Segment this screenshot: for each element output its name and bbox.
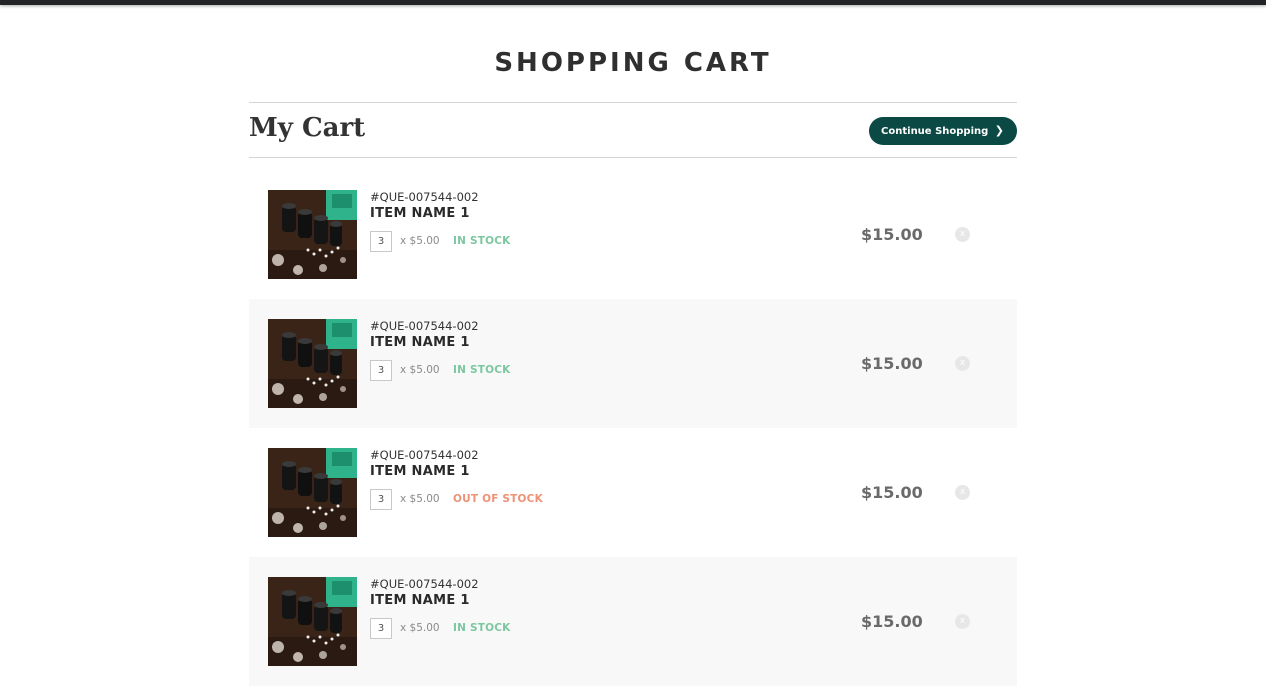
item-sku: #QUE-007544-002 (370, 319, 479, 333)
cart-item: #QUE-007544-002 ITEM NAME 1 x $5.00 IN S… (249, 557, 1017, 686)
item-name[interactable]: ITEM NAME 1 (370, 593, 470, 608)
stock-status: IN STOCK (453, 235, 511, 247)
product-thumbnail[interactable] (268, 190, 357, 279)
product-thumbnail[interactable] (268, 448, 357, 537)
item-sku: #QUE-007544-002 (370, 190, 479, 204)
item-name[interactable]: ITEM NAME 1 (370, 335, 470, 350)
unit-price: x $5.00 (400, 493, 440, 505)
line-total: $15.00 (861, 483, 923, 502)
stock-status: IN STOCK (453, 364, 511, 376)
product-thumbnail[interactable] (268, 319, 357, 408)
remove-item-button[interactable]: x (955, 485, 970, 500)
line-total: $15.00 (861, 225, 923, 244)
stock-status: OUT OF STOCK (453, 493, 543, 505)
cart-items-list: #QUE-007544-002 ITEM NAME 1 x $5.00 IN S… (249, 170, 1017, 686)
continue-shopping-button[interactable]: Continue Shopping ❯ (869, 117, 1017, 145)
line-total: $15.00 (861, 354, 923, 373)
cart-item: #QUE-007544-002 ITEM NAME 1 x $5.00 IN S… (249, 299, 1017, 428)
remove-item-button[interactable]: x (955, 227, 970, 242)
quantity-input[interactable] (370, 618, 392, 639)
continue-shopping-label: Continue Shopping (881, 126, 989, 137)
item-sku: #QUE-007544-002 (370, 577, 479, 591)
page-title: SHOPPING CART (494, 48, 772, 78)
unit-price: x $5.00 (400, 622, 440, 634)
item-name[interactable]: ITEM NAME 1 (370, 464, 470, 479)
cart-item: #QUE-007544-002 ITEM NAME 1 x $5.00 OUT … (249, 428, 1017, 557)
item-sku: #QUE-007544-002 (370, 448, 479, 462)
unit-price: x $5.00 (400, 364, 440, 376)
quantity-input[interactable] (370, 489, 392, 510)
cart-container: My Cart Continue Shopping ❯ #QUE-007544-… (249, 102, 1017, 686)
line-total: $15.00 (861, 612, 923, 631)
stock-status: IN STOCK (453, 622, 511, 634)
item-name[interactable]: ITEM NAME 1 (370, 206, 470, 221)
cart-header: My Cart Continue Shopping ❯ (249, 102, 1017, 158)
unit-price: x $5.00 (400, 235, 440, 247)
product-thumbnail[interactable] (268, 577, 357, 666)
cart-item: #QUE-007544-002 ITEM NAME 1 x $5.00 IN S… (249, 170, 1017, 299)
chevron-right-icon: ❯ (994, 124, 1004, 137)
cart-heading: My Cart (249, 113, 366, 143)
remove-item-button[interactable]: x (955, 356, 970, 371)
quantity-input[interactable] (370, 231, 392, 252)
quantity-input[interactable] (370, 360, 392, 381)
top-navigation-bar (0, 0, 1266, 5)
remove-item-button[interactable]: x (955, 614, 970, 629)
